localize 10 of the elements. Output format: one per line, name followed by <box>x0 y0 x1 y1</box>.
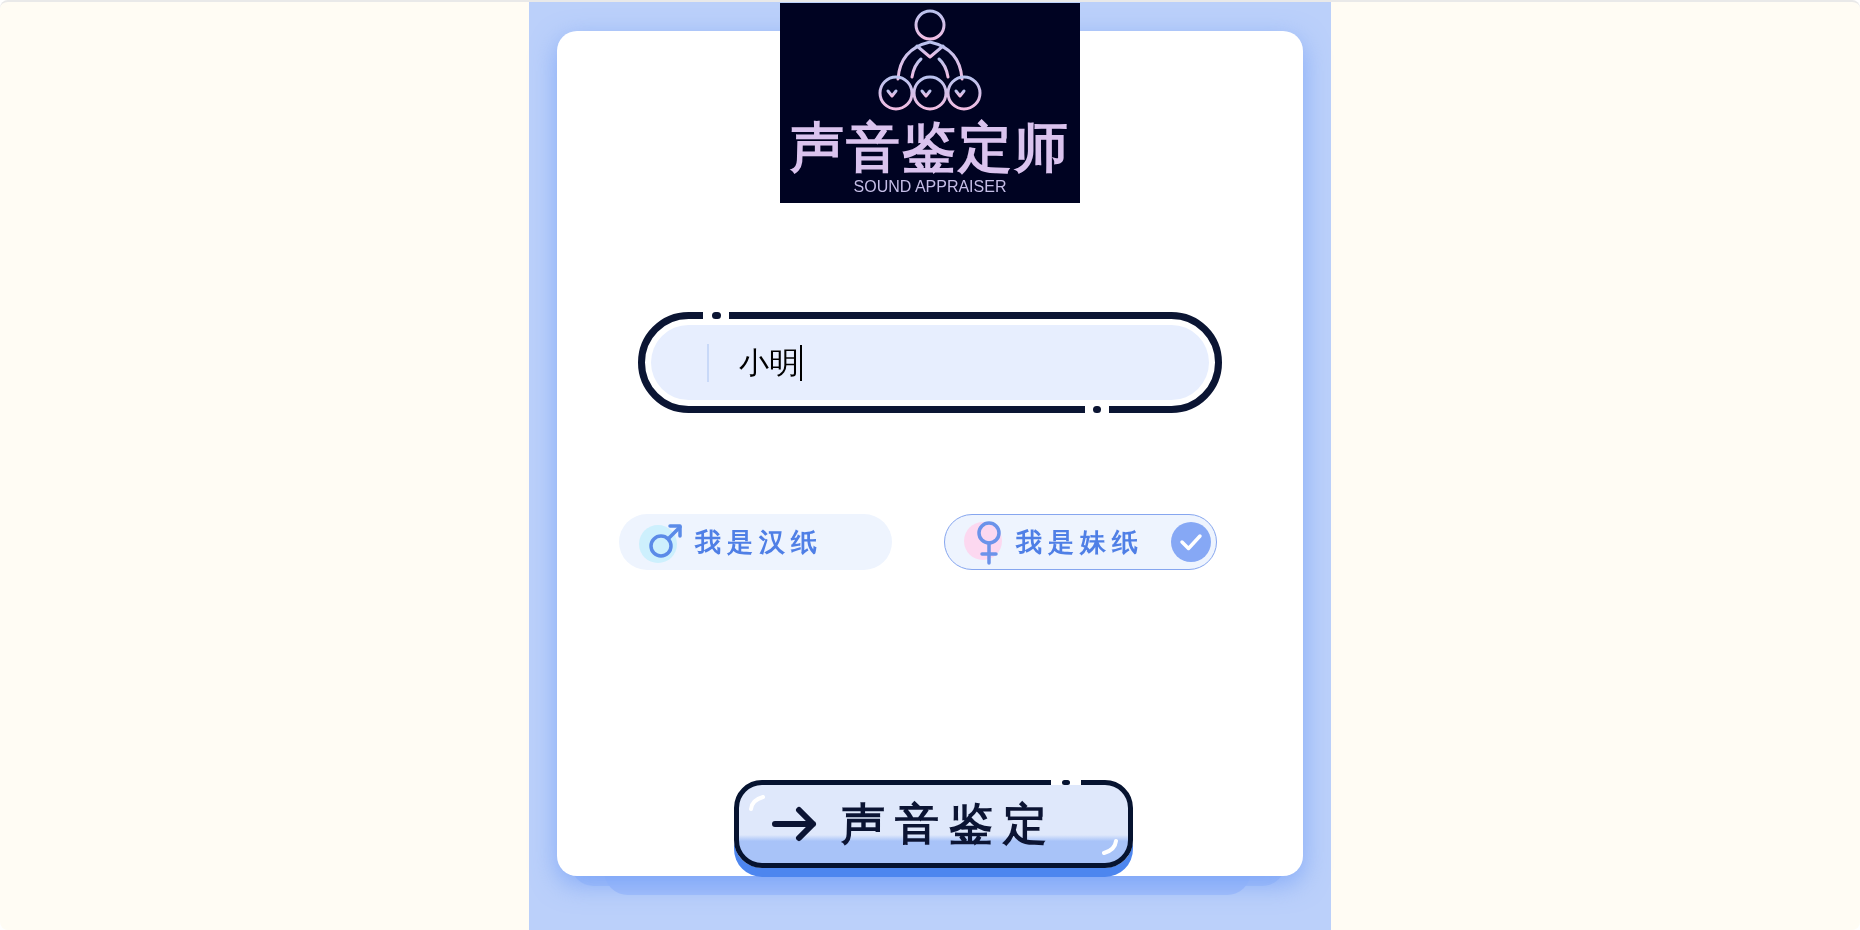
logo-title: 声音鉴定师 <box>790 119 1070 177</box>
gloss-highlight-icon <box>1102 839 1118 855</box>
people-logo-icon <box>878 9 982 111</box>
logo-subtitle: SOUND APPRAISER <box>853 177 1007 197</box>
male-symbol-icon <box>639 521 683 563</box>
gloss-highlight-icon <box>749 795 765 811</box>
name-input[interactable]: 小明 <box>638 312 1222 413</box>
arrow-right-icon <box>771 806 819 842</box>
female-symbol-icon <box>964 519 1004 565</box>
check-circle-icon <box>1171 522 1211 562</box>
